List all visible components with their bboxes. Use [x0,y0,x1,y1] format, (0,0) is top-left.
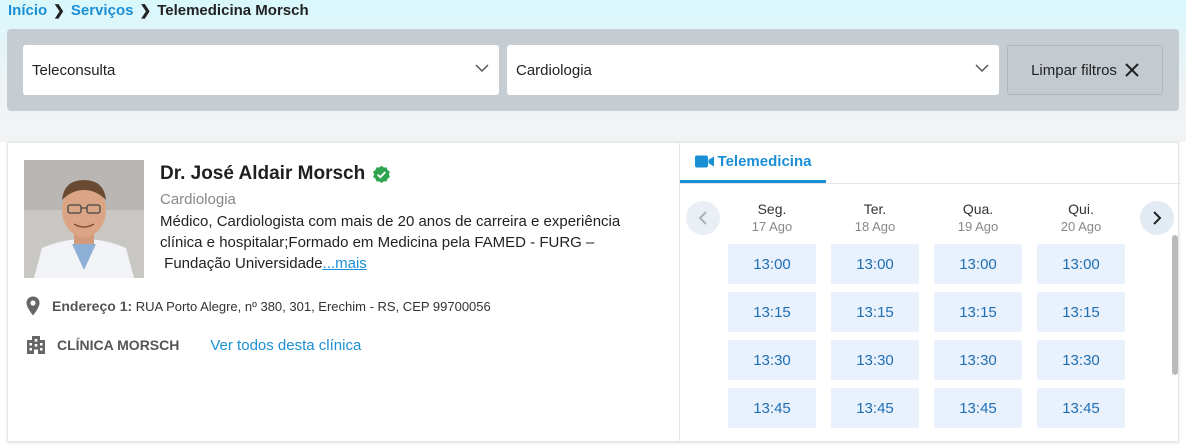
consult-type-select[interactable]: Teleconsulta [23,45,499,95]
doctor-bio-text: Médico, Cardiologista com mais de 20 ano… [160,213,621,272]
clinic-name: CLÍNICA MORSCH [57,337,180,353]
clinic-row: CLÍNICA MORSCH Ver todos desta clínica [26,335,361,355]
address-label: Endereço 1: [52,298,133,314]
time-slot-button[interactable]: 13:15 [934,292,1022,332]
chevron-down-icon [975,64,989,73]
day-header: Ter. 18 Ago [831,201,919,234]
day-date: 17 Ago [751,219,793,234]
time-slot-button[interactable]: 13:00 [831,244,919,284]
tab-divider [680,183,1180,184]
breadcrumb: Início ❯ Serviços ❯ Telemedicina Morsch [8,2,309,19]
address-text: RUA Porto Alegre, nº 380, 301, Erechim -… [135,299,491,314]
doctor-photo[interactable] [24,160,144,278]
specialty-value: Cardiologia [516,61,592,79]
time-slot-button[interactable]: 13:15 [831,292,919,332]
doctor-name[interactable]: Dr. José Aldair Morsch [160,163,365,185]
time-slot-button[interactable]: 13:00 [934,244,1022,284]
map-pin-icon [26,296,40,316]
address-row: Endereço 1: RUA Porto Alegre, nº 380, 30… [26,296,491,316]
building-icon [27,336,45,354]
day-date: 20 Ago [1060,219,1102,234]
time-slot-button[interactable]: 13:45 [831,388,919,428]
video-camera-icon [694,155,714,168]
clear-filters-button[interactable]: Limpar filtros [1007,45,1163,95]
day-header: Qui. 20 Ago [1037,201,1125,234]
specialty-select[interactable]: Cardiologia [507,45,999,95]
view-clinic-link[interactable]: Ver todos desta clínica [210,337,361,354]
time-slot-button[interactable]: 13:30 [1037,340,1125,380]
day-header: Seg. 17 Ago [728,201,816,234]
time-slot-button[interactable]: 13:45 [728,388,816,428]
filter-bar: Teleconsulta Cardiologia Limpar filtros [7,29,1179,111]
day-name: Qui. [1068,201,1094,217]
schedule-panel: Telemedicina Seg. 17 Ago 13:00 13:15 13:30 13… [679,143,1180,441]
day-name: Seg. [757,201,787,217]
chevron-right-icon: ❯ [139,2,152,18]
tab-telemedicina-label: Telemedicina [717,153,812,170]
breadcrumb-services[interactable]: Serviços [71,2,134,19]
prev-days-button[interactable] [686,201,720,235]
time-slot-button[interactable]: 13:30 [934,340,1022,380]
doctor-name-row: Dr. José Aldair Morsch [160,163,391,185]
chevron-left-icon [698,211,707,225]
day-date: 18 Ago [854,219,896,234]
day-name: Ter. [863,201,887,217]
doctor-card: Dr. José Aldair Morsch Cardiologia Médic… [7,142,1180,442]
breadcrumb-home[interactable]: Início [8,2,47,19]
chevron-right-icon: ❯ [53,2,65,18]
close-icon [1125,63,1139,77]
doctor-bio: Médico, Cardiologista com mais de 20 ano… [160,211,660,274]
time-slot-button[interactable]: 13:00 [728,244,816,284]
scrollbar-thumb[interactable] [1172,235,1178,375]
time-slot-button[interactable]: 13:00 [1037,244,1125,284]
doctor-specialty: Cardiologia [160,191,236,208]
tab-telemedicina[interactable]: Telemedicina [680,143,826,183]
more-link[interactable]: ...mais [323,255,367,272]
breadcrumb-current: Telemedicina Morsch [157,2,309,19]
time-slot-button[interactable]: 13:45 [934,388,1022,428]
clear-filters-label: Limpar filtros [1031,61,1117,79]
time-slot-button[interactable]: 13:45 [1037,388,1125,428]
day-date: 19 Ago [957,219,999,234]
doctor-portrait-image [24,160,144,278]
consult-type-value: Teleconsulta [32,61,116,79]
chevron-right-icon [1153,211,1162,225]
time-slot-button[interactable]: 13:30 [831,340,919,380]
day-name: Qua. [962,201,994,217]
next-days-button[interactable] [1140,201,1174,235]
chevron-down-icon [475,64,489,73]
day-header: Qua. 19 Ago [934,201,1022,234]
time-slot-button[interactable]: 13:15 [728,292,816,332]
verified-badge-icon [373,165,391,183]
time-slot-button[interactable]: 13:30 [728,340,816,380]
time-slot-button[interactable]: 13:15 [1037,292,1125,332]
